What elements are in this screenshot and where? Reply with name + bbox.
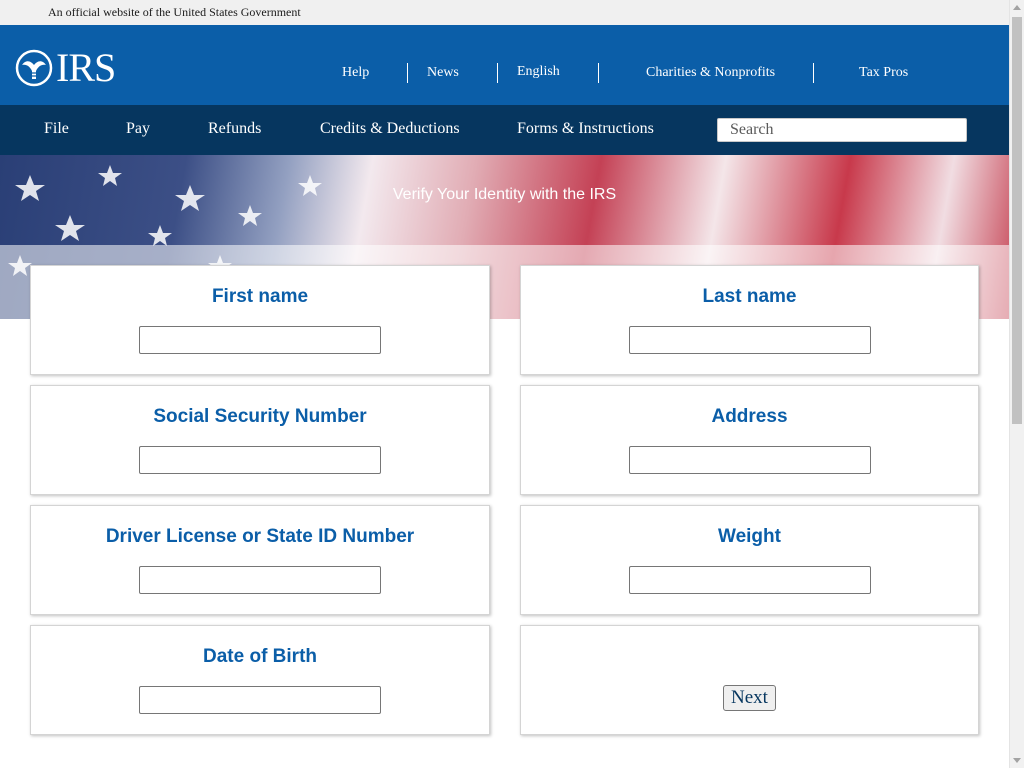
- address-input[interactable]: [629, 446, 871, 474]
- gov-banner: An official website of the United States…: [0, 0, 1009, 25]
- ssn-input[interactable]: [139, 446, 381, 474]
- weight-card: Weight: [520, 505, 979, 615]
- search-input[interactable]: [717, 118, 967, 142]
- ssn-label: Social Security Number: [153, 406, 367, 427]
- nav-item-forms-instructions[interactable]: Forms & Instructions: [517, 120, 654, 138]
- language-link[interactable]: English: [517, 64, 560, 80]
- last-name-label: Last name: [702, 286, 797, 307]
- scroll-down-icon[interactable]: [1013, 758, 1021, 763]
- license-label: Driver License or State ID Number: [105, 526, 415, 547]
- irs-logo[interactable]: IRS: [14, 45, 116, 90]
- license-input[interactable]: [139, 566, 381, 594]
- nav-item-refunds[interactable]: Refunds: [208, 120, 261, 138]
- util-divider: [407, 63, 408, 83]
- scrollbar-thumb[interactable]: [1012, 17, 1022, 424]
- dob-input[interactable]: [139, 686, 381, 714]
- last-name-card: Last name: [520, 265, 979, 375]
- weight-input[interactable]: [629, 566, 871, 594]
- nav-item-file[interactable]: File: [44, 120, 69, 138]
- util-divider: [497, 63, 498, 83]
- irs-page: An official website of the United States…: [0, 0, 1009, 768]
- license-card: Driver License or State ID Number: [30, 505, 490, 615]
- charities-link[interactable]: Charities & Nonprofits: [646, 65, 775, 81]
- irs-logo-text: IRS: [56, 45, 116, 90]
- address-label: Address: [711, 406, 788, 427]
- news-link[interactable]: News: [427, 65, 459, 81]
- nav-item-credits-deductions[interactable]: Credits & Deductions: [320, 120, 460, 138]
- top-header: IRS Help News English Charities & Nonpro…: [0, 25, 1009, 105]
- dob-card: Date of Birth: [30, 625, 490, 735]
- scroll-up-icon[interactable]: [1013, 5, 1021, 10]
- address-card: Address: [520, 385, 979, 495]
- last-name-input[interactable]: [629, 326, 871, 354]
- first-name-input[interactable]: [139, 326, 381, 354]
- gov-banner-text: An official website of the United States…: [48, 5, 301, 19]
- util-divider: [598, 63, 599, 83]
- next-card: Next: [520, 625, 979, 735]
- weight-label: Weight: [718, 526, 781, 547]
- nav-item-pay[interactable]: Pay: [126, 120, 150, 138]
- dob-label: Date of Birth: [203, 646, 317, 667]
- page-scrollbar[interactable]: [1009, 0, 1024, 768]
- first-name-label: First name: [211, 286, 309, 307]
- page-title: Verify Your Identity with the IRS: [392, 186, 617, 203]
- first-name-card: First name: [30, 265, 490, 375]
- util-divider: [813, 63, 814, 83]
- help-link[interactable]: Help: [342, 65, 369, 81]
- ssn-card: Social Security Number: [30, 385, 490, 495]
- next-button[interactable]: Next: [723, 685, 776, 711]
- eagle-icon: [15, 49, 53, 87]
- tax-pros-link[interactable]: Tax Pros: [859, 65, 908, 81]
